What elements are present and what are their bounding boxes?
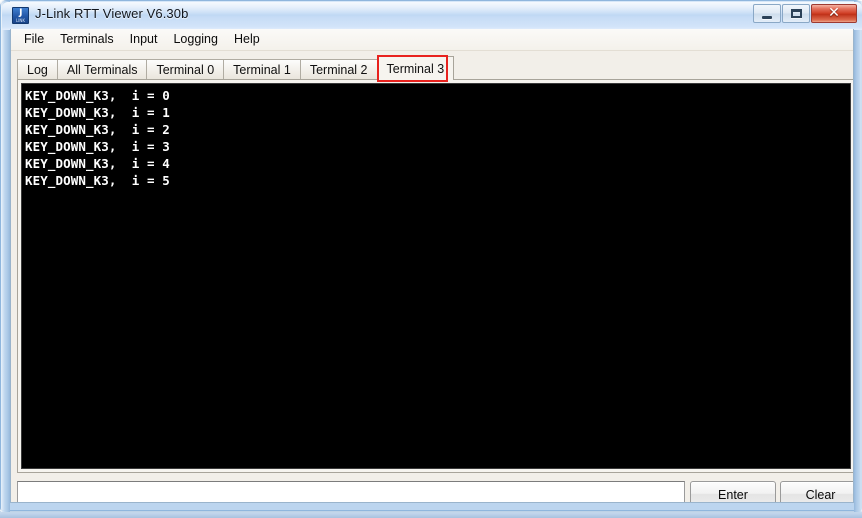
window-frame-left <box>1 1 10 512</box>
close-button[interactable]: ✕ <box>811 4 857 23</box>
terminal-tab-strip: Log All Terminals Terminal 0 Terminal 1 … <box>17 55 853 82</box>
tab-terminal-2[interactable]: Terminal 2 <box>299 59 378 80</box>
title-bar[interactable]: J LINK J-Link RTT Viewer V6.30b ✕ <box>2 2 862 30</box>
window-title: J-Link RTT Viewer V6.30b <box>35 6 189 21</box>
window-client-area: File Terminals Input Logging Help Log Al… <box>10 29 854 503</box>
menu-item-logging[interactable]: Logging <box>165 29 226 50</box>
window-frame-right <box>854 1 862 512</box>
minimize-icon <box>762 15 772 19</box>
terminal-line: KEY_DOWN_K3, i = 5 <box>25 173 170 188</box>
close-icon: ✕ <box>828 5 840 21</box>
taskbar-strip <box>0 511 862 518</box>
command-input[interactable] <box>17 481 685 502</box>
tab-log[interactable]: Log <box>17 59 58 80</box>
tab-terminal-0[interactable]: Terminal 0 <box>146 59 225 80</box>
tab-all-terminals[interactable]: All Terminals <box>56 59 148 80</box>
minimize-button[interactable] <box>753 4 781 23</box>
tab-terminal-1[interactable]: Terminal 1 <box>223 59 301 80</box>
maximize-button[interactable] <box>782 4 810 23</box>
app-icon-letter: J <box>19 8 22 18</box>
jlink-app-icon: J LINK <box>12 7 29 24</box>
menu-item-input[interactable]: Input <box>122 29 166 50</box>
terminal-output[interactable]: KEY_DOWN_K3, i = 0 KEY_DOWN_K3, i = 1 KE… <box>21 83 851 469</box>
menu-bar: File Terminals Input Logging Help <box>11 29 853 51</box>
application-window: J LINK J-Link RTT Viewer V6.30b ✕ File T… <box>0 0 862 512</box>
terminal-line: KEY_DOWN_K3, i = 2 <box>25 122 170 137</box>
enter-button[interactable]: Enter <box>690 481 776 502</box>
tab-terminal-3[interactable]: Terminal 3 <box>376 56 455 80</box>
menu-item-help[interactable]: Help <box>226 29 268 50</box>
app-icon-sublabel: LINK <box>15 18 26 23</box>
terminal-line: KEY_DOWN_K3, i = 0 <box>25 88 170 103</box>
terminal-line: KEY_DOWN_K3, i = 3 <box>25 139 170 154</box>
terminal-line: KEY_DOWN_K3, i = 4 <box>25 156 170 171</box>
command-input-row: Enter Clear <box>17 479 853 502</box>
clear-button[interactable]: Clear <box>780 481 853 502</box>
terminal-output-panel: KEY_DOWN_K3, i = 0 KEY_DOWN_K3, i = 1 KE… <box>17 79 853 473</box>
menu-item-terminals[interactable]: Terminals <box>52 29 122 50</box>
maximize-icon <box>790 9 802 18</box>
terminal-line: KEY_DOWN_K3, i = 1 <box>25 105 170 120</box>
menu-item-file[interactable]: File <box>16 29 52 50</box>
